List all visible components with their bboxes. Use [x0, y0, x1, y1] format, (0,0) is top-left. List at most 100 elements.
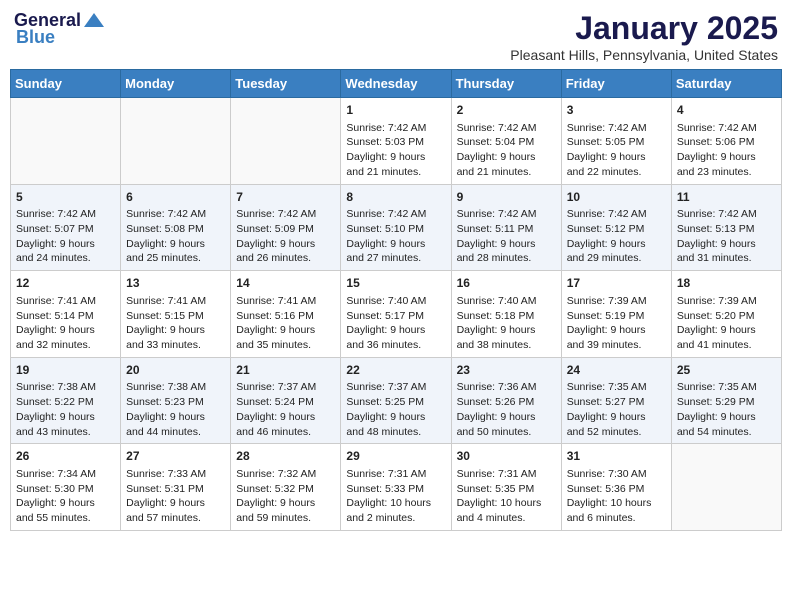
sunset-text: Sunset: 5:03 PM — [346, 135, 445, 150]
sunrise-text: Sunrise: 7:42 AM — [16, 207, 115, 222]
day-number: 26 — [16, 448, 115, 465]
day-number: 7 — [236, 189, 335, 206]
sunset-text: Sunset: 5:19 PM — [567, 309, 666, 324]
calendar-day-cell: 17 Sunrise: 7:39 AMSunset: 5:19 PMDayligh… — [561, 271, 671, 358]
calendar-day-cell: 28Sunrise: 7:32 AMSunset: 5:32 PMDayligh… — [231, 444, 341, 531]
sunrise-text: Sunrise: 7:42 AM — [346, 121, 445, 136]
day-number: 28 — [236, 448, 335, 465]
day-number: 20 — [126, 362, 225, 379]
calendar-day-cell: 2Sunrise: 7:42 AMSunset: 5:04 PMDaylight… — [451, 98, 561, 185]
daylight-text: Daylight: 9 hours and 33 minutes. — [126, 323, 225, 352]
sunrise-text: Sunrise: 7:37 AM — [236, 380, 335, 395]
day-number: 27 — [126, 448, 225, 465]
day-number: 6 — [126, 189, 225, 206]
sunrise-text: Sunrise: 7:39 AM — [567, 294, 666, 309]
daylight-text: Daylight: 9 hours and 41 minutes. — [677, 323, 776, 352]
sunrise-text: Sunrise: 7:41 AM — [126, 294, 225, 309]
calendar-day-cell: 31Sunrise: 7:30 AMSunset: 5:36 PMDayligh… — [561, 444, 671, 531]
sunset-text: Sunset: 5:15 PM — [126, 309, 225, 324]
calendar-day-cell: 10Sunrise: 7:42 AMSunset: 5:12 PMDayligh… — [561, 184, 671, 271]
sunset-text: Sunset: 5:18 PM — [457, 309, 556, 324]
day-of-week-header: Sunday — [11, 70, 121, 98]
calendar-day-cell: 29Sunrise: 7:31 AMSunset: 5:33 PMDayligh… — [341, 444, 451, 531]
sunrise-text: Sunrise: 7:42 AM — [126, 207, 225, 222]
sunset-text: Sunset: 5:11 PM — [457, 222, 556, 237]
calendar-day-cell — [121, 98, 231, 185]
daylight-text: Daylight: 9 hours and 35 minutes. — [236, 323, 335, 352]
day-number: 2 — [457, 102, 556, 119]
sunset-text: Sunset: 5:33 PM — [346, 482, 445, 497]
sunset-text: Sunset: 5:26 PM — [457, 395, 556, 410]
day-number: 16 — [457, 275, 556, 292]
day-of-week-header: Thursday — [451, 70, 561, 98]
calendar-header-row: SundayMondayTuesdayWednesdayThursdayFrid… — [11, 70, 782, 98]
sunrise-text: Sunrise: 7:42 AM — [567, 121, 666, 136]
sunrise-text: Sunrise: 7:35 AM — [567, 380, 666, 395]
sunrise-text: Sunrise: 7:31 AM — [457, 467, 556, 482]
sunset-text: Sunset: 5:30 PM — [16, 482, 115, 497]
page-header: General Blue January 2025 Pleasant Hills… — [10, 10, 782, 63]
day-number: 29 — [346, 448, 445, 465]
sunrise-text: Sunrise: 7:42 AM — [677, 121, 776, 136]
sunrise-text: Sunrise: 7:36 AM — [457, 380, 556, 395]
sunrise-text: Sunrise: 7:39 AM — [677, 294, 776, 309]
daylight-text: Daylight: 9 hours and 23 minutes. — [677, 150, 776, 179]
daylight-text: Daylight: 9 hours and 26 minutes. — [236, 237, 335, 266]
calendar-day-cell: 12Sunrise: 7:41 AMSunset: 5:14 PMDayligh… — [11, 271, 121, 358]
sunset-text: Sunset: 5:08 PM — [126, 222, 225, 237]
daylight-text: Daylight: 10 hours and 6 minutes. — [567, 496, 666, 525]
daylight-text: Daylight: 9 hours and 31 minutes. — [677, 237, 776, 266]
sunset-text: Sunset: 5:17 PM — [346, 309, 445, 324]
day-of-week-header: Tuesday — [231, 70, 341, 98]
logo-blue-text: Blue — [16, 27, 55, 48]
daylight-text: Daylight: 9 hours and 59 minutes. — [236, 496, 335, 525]
day-number: 23 — [457, 362, 556, 379]
calendar-day-cell: 23Sunrise: 7:36 AMSunset: 5:26 PMDayligh… — [451, 357, 561, 444]
sunset-text: Sunset: 5:27 PM — [567, 395, 666, 410]
daylight-text: Daylight: 9 hours and 48 minutes. — [346, 410, 445, 439]
day-number: 10 — [567, 189, 666, 206]
day-number: 15 — [346, 275, 445, 292]
sunset-text: Sunset: 5:09 PM — [236, 222, 335, 237]
daylight-text: Daylight: 9 hours and 43 minutes. — [16, 410, 115, 439]
sunset-text: Sunset: 5:32 PM — [236, 482, 335, 497]
calendar-day-cell: 21Sunrise: 7:37 AMSunset: 5:24 PMDayligh… — [231, 357, 341, 444]
calendar-week-row: 26Sunrise: 7:34 AMSunset: 5:30 PMDayligh… — [11, 444, 782, 531]
calendar-day-cell: 7Sunrise: 7:42 AMSunset: 5:09 PMDaylight… — [231, 184, 341, 271]
daylight-text: Daylight: 9 hours and 39 minutes. — [567, 323, 666, 352]
day-number: 13 — [126, 275, 225, 292]
sunset-text: Sunset: 5:29 PM — [677, 395, 776, 410]
day-number: 30 — [457, 448, 556, 465]
calendar-day-cell: 9Sunrise: 7:42 AMSunset: 5:11 PMDaylight… — [451, 184, 561, 271]
calendar-day-cell — [231, 98, 341, 185]
day-number: 12 — [16, 275, 115, 292]
sunrise-text: Sunrise: 7:42 AM — [457, 207, 556, 222]
calendar-day-cell: 24Sunrise: 7:35 AMSunset: 5:27 PMDayligh… — [561, 357, 671, 444]
sunrise-text: Sunrise: 7:40 AM — [457, 294, 556, 309]
day-number: 17 — [567, 275, 666, 292]
daylight-text: Daylight: 9 hours and 29 minutes. — [567, 237, 666, 266]
calendar-day-cell: 22Sunrise: 7:37 AMSunset: 5:25 PMDayligh… — [341, 357, 451, 444]
sunset-text: Sunset: 5:14 PM — [16, 309, 115, 324]
calendar-day-cell: 5Sunrise: 7:42 AMSunset: 5:07 PMDaylight… — [11, 184, 121, 271]
calendar-day-cell: 14Sunrise: 7:41 AMSunset: 5:16 PMDayligh… — [231, 271, 341, 358]
daylight-text: Daylight: 9 hours and 52 minutes. — [567, 410, 666, 439]
calendar-subtitle: Pleasant Hills, Pennsylvania, United Sta… — [510, 47, 778, 63]
calendar-day-cell: 16Sunrise: 7:40 AMSunset: 5:18 PMDayligh… — [451, 271, 561, 358]
daylight-text: Daylight: 9 hours and 28 minutes. — [457, 237, 556, 266]
calendar-day-cell — [671, 444, 781, 531]
sunrise-text: Sunrise: 7:30 AM — [567, 467, 666, 482]
sunrise-text: Sunrise: 7:35 AM — [677, 380, 776, 395]
day-number: 8 — [346, 189, 445, 206]
daylight-text: Daylight: 9 hours and 54 minutes. — [677, 410, 776, 439]
daylight-text: Daylight: 10 hours and 4 minutes. — [457, 496, 556, 525]
daylight-text: Daylight: 9 hours and 55 minutes. — [16, 496, 115, 525]
sunrise-text: Sunrise: 7:41 AM — [236, 294, 335, 309]
calendar-table: SundayMondayTuesdayWednesdayThursdayFrid… — [10, 69, 782, 531]
calendar-week-row: 12 Sunrise: 7:41 AM Sunset: 5:14 PM Dayligh… — [11, 271, 782, 358]
sunrise-text: Sunrise: 7:42 AM — [346, 207, 445, 222]
calendar-day-cell: 27Sunrise: 7:33 AMSunset: 5:31 PMDayligh… — [121, 444, 231, 531]
sunrise-text: Sunrise: 7:42 AM — [567, 207, 666, 222]
daylight-text: Daylight: 9 hours and 50 minutes. — [457, 410, 556, 439]
sunset-text: Sunset: 5:06 PM — [677, 135, 776, 150]
